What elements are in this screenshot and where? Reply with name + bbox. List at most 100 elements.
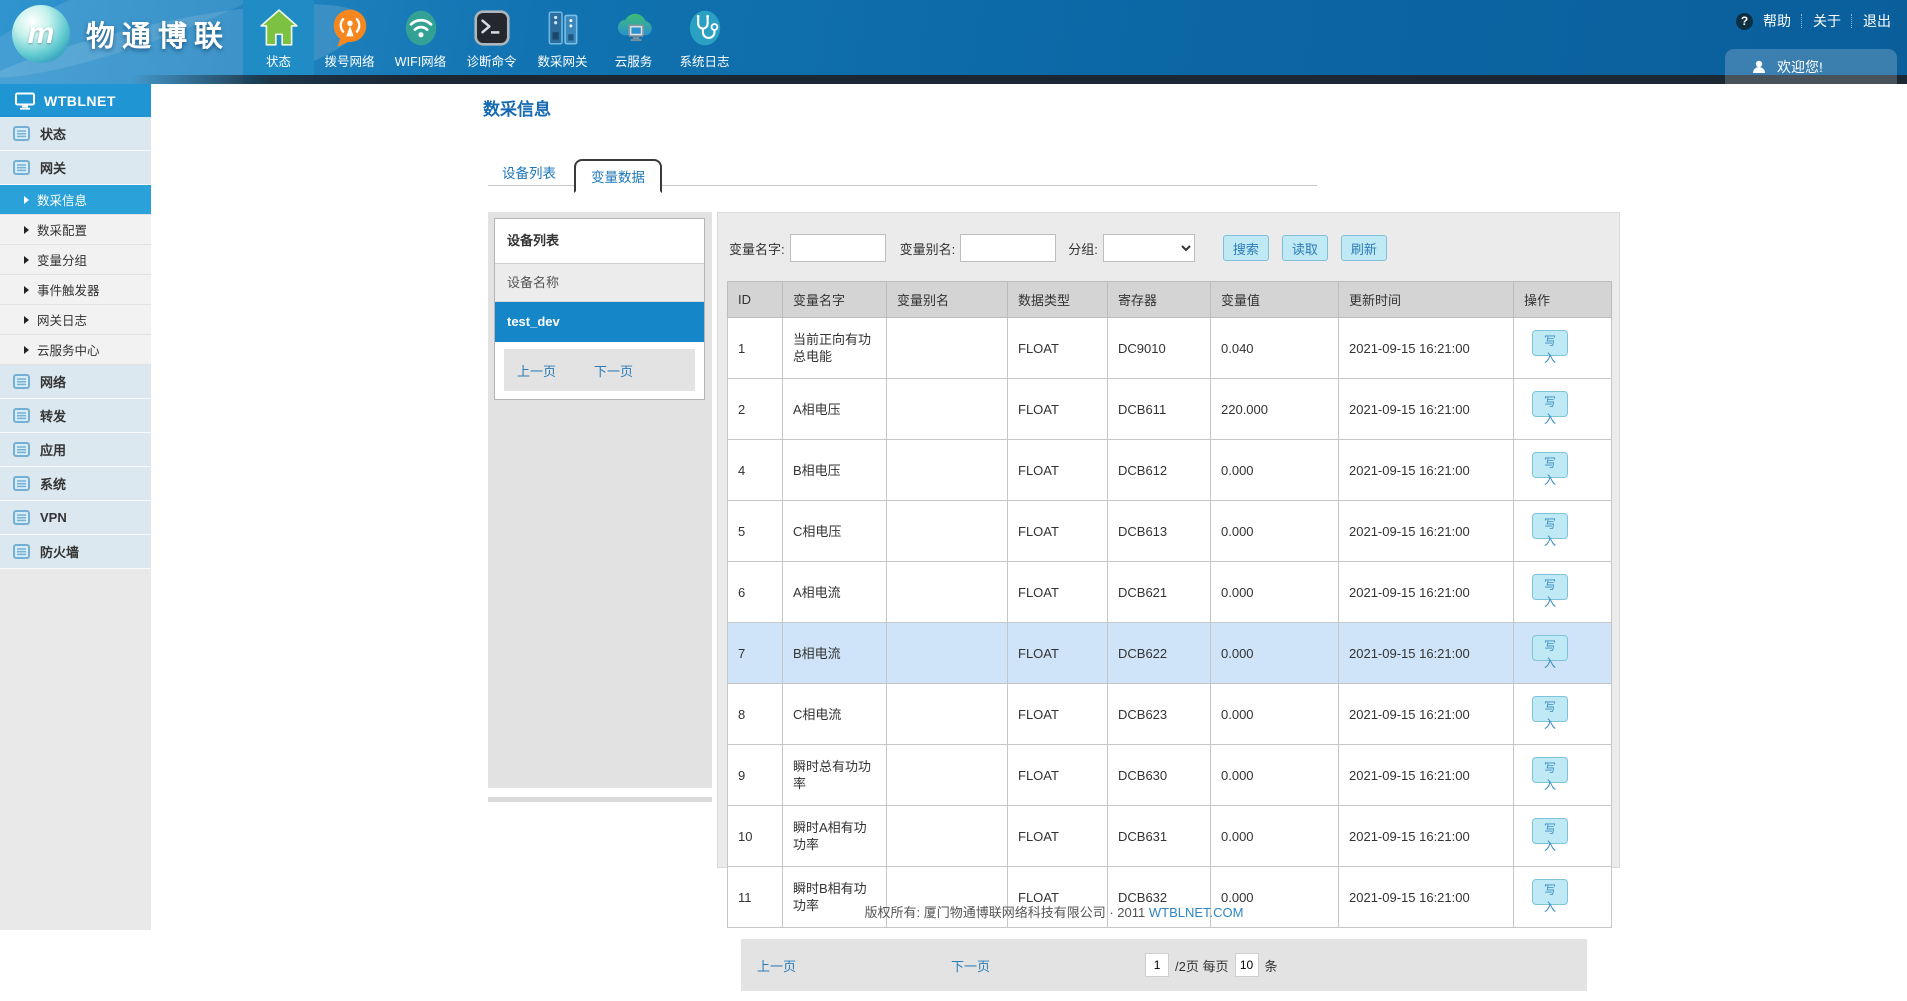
- logout-link[interactable]: 退出: [1863, 11, 1891, 31]
- sidebar-item-system[interactable]: 系统: [0, 467, 151, 501]
- sidebar-item-gateway[interactable]: 网关: [0, 151, 151, 185]
- prev-page-link[interactable]: 上一页: [757, 956, 796, 975]
- tab-variable-data[interactable]: 变量数据: [574, 159, 662, 193]
- cell-name: B相电流: [783, 623, 887, 684]
- nav-item-label: 拨号网络: [324, 51, 374, 70]
- sidebar-item-vpn[interactable]: VPN: [0, 501, 151, 535]
- write-button[interactable]: 写入: [1532, 696, 1568, 722]
- cell-action: 写入: [1514, 379, 1612, 440]
- cell-id: 9: [728, 745, 783, 806]
- page-number-input[interactable]: [1145, 953, 1169, 977]
- device-item-test-dev[interactable]: test_dev: [495, 302, 704, 342]
- sidebar-item-application[interactable]: 应用: [0, 433, 151, 467]
- arrow-right-icon: [24, 196, 29, 204]
- cell-register: DCB622: [1108, 623, 1211, 684]
- sidebar-item-forwarding[interactable]: 转发: [0, 399, 151, 433]
- nav-item-wifi-network[interactable]: WIFI网络: [385, 0, 456, 84]
- sidebar-item-event-trigger[interactable]: 事件触发器: [0, 275, 151, 305]
- arrow-right-icon: [24, 316, 29, 324]
- copyright-text: 版权所有: 厦门物通博联网络科技有限公司: [864, 905, 1105, 920]
- write-button[interactable]: 写入: [1532, 452, 1568, 478]
- table-row: 1 当前正向有功总电能 FLOAT DC9010 0.040 2021-09-1…: [728, 318, 1612, 379]
- cell-name: 当前正向有功总电能: [783, 318, 887, 379]
- table-row: 7 B相电流 FLOAT DCB622 0.000 2021-09-15 16:…: [728, 623, 1612, 684]
- sidebar-item-cloud-service-center[interactable]: 云服务中心: [0, 335, 151, 365]
- cell-alias: [887, 379, 1008, 440]
- list-icon: [13, 476, 30, 491]
- sidebar-item-label: 变量分组: [37, 250, 87, 269]
- cell-name: A相电流: [783, 562, 887, 623]
- sidebar-item-label: 事件触发器: [37, 280, 100, 299]
- divider: [1851, 14, 1853, 28]
- cell-name: C相电压: [783, 501, 887, 562]
- cell-value: 0.040: [1211, 318, 1339, 379]
- nav-item-dialup-network[interactable]: 拨号网络: [314, 0, 385, 84]
- cell-register: DCB630: [1108, 745, 1211, 806]
- arrow-right-icon: [24, 256, 29, 264]
- sidebar-item-label: 状态: [40, 124, 66, 143]
- sidebar-item-label: 云服务中心: [37, 340, 100, 359]
- group-select[interactable]: [1103, 234, 1195, 262]
- cell-name: C相电流: [783, 684, 887, 745]
- device-list-header: 设备列表: [495, 219, 704, 264]
- about-link[interactable]: 关于: [1813, 11, 1841, 31]
- unit-label: 条: [1265, 956, 1278, 975]
- nav-item-cloud-service[interactable]: 云服务: [598, 0, 669, 84]
- column-header-updated: 更新时间: [1339, 282, 1514, 318]
- read-button[interactable]: 读取: [1282, 235, 1328, 261]
- sidebar-item-status[interactable]: 状态: [0, 117, 151, 151]
- sidebar-item-firewall[interactable]: 防火墙: [0, 535, 151, 569]
- nav-item-diagnostic-command[interactable]: 诊断命令: [456, 0, 527, 84]
- write-button[interactable]: 写入: [1532, 330, 1568, 356]
- refresh-button[interactable]: 刷新: [1341, 235, 1387, 261]
- sidebar-item-network[interactable]: 网络: [0, 365, 151, 399]
- device-prev-page-link[interactable]: 上一页: [517, 361, 556, 380]
- sidebar-item-dc-info[interactable]: 数采信息: [0, 185, 151, 215]
- list-icon: [13, 442, 30, 457]
- help-link[interactable]: 帮助: [1763, 11, 1791, 31]
- cell-alias: [887, 623, 1008, 684]
- monitor-icon: [15, 92, 35, 110]
- cell-action: 写入: [1514, 745, 1612, 806]
- arrow-right-icon: [24, 346, 29, 354]
- nav-item-label: WIFI网络: [395, 51, 446, 70]
- write-button[interactable]: 写入: [1532, 391, 1568, 417]
- cell-register: DCB613: [1108, 501, 1211, 562]
- write-button[interactable]: 写入: [1532, 818, 1568, 844]
- cell-name: A相电压: [783, 379, 887, 440]
- cell-register: DCB623: [1108, 684, 1211, 745]
- nav-item-status[interactable]: 状态: [243, 0, 314, 84]
- table-pager: 上一页 下一页 /2页 每页 条: [741, 939, 1587, 991]
- arrow-right-icon: [24, 226, 29, 234]
- nav-item-dc-gateway[interactable]: 数采网关: [527, 0, 598, 84]
- arrow-right-icon: [24, 286, 29, 294]
- tab-device-list[interactable]: 设备列表: [488, 153, 570, 193]
- filter-bar: 变量名字: 变量别名: 分组: 搜索 读取 刷新: [729, 227, 1608, 269]
- page-size-input[interactable]: [1235, 953, 1259, 977]
- welcome-box[interactable]: 欢迎您!: [1725, 49, 1897, 84]
- nav-item-system-log[interactable]: 系统日志: [669, 0, 740, 84]
- write-button[interactable]: 写入: [1532, 574, 1568, 600]
- cell-type: FLOAT: [1008, 562, 1108, 623]
- sidebar-item-gateway-log[interactable]: 网关日志: [0, 305, 151, 335]
- write-button[interactable]: 写入: [1532, 635, 1568, 661]
- sidebar-item-dc-config[interactable]: 数采配置: [0, 215, 151, 245]
- search-button[interactable]: 搜索: [1223, 235, 1269, 261]
- cell-value: 0.000: [1211, 501, 1339, 562]
- table-row: 6 A相电流 FLOAT DCB621 0.000 2021-09-15 16:…: [728, 562, 1612, 623]
- cell-type: FLOAT: [1008, 684, 1108, 745]
- top-links: ? 帮助 关于 退出: [1736, 11, 1891, 31]
- write-button[interactable]: 写入: [1532, 513, 1568, 539]
- device-next-page-link[interactable]: 下一页: [594, 361, 633, 380]
- sidebar-item-variable-group[interactable]: 变量分组: [0, 245, 151, 275]
- help-icon: ?: [1736, 13, 1753, 30]
- cell-updated: 2021-09-15 16:21:00: [1339, 379, 1514, 440]
- write-button[interactable]: 写入: [1532, 757, 1568, 783]
- next-page-link[interactable]: 下一页: [951, 956, 990, 975]
- cell-type: FLOAT: [1008, 379, 1108, 440]
- wifi-icon: [400, 7, 442, 49]
- footer-link[interactable]: WTBLNET.COM: [1149, 905, 1244, 920]
- variable-alias-input[interactable]: [960, 234, 1056, 262]
- variable-name-input[interactable]: [790, 234, 886, 262]
- list-icon: [13, 510, 30, 525]
